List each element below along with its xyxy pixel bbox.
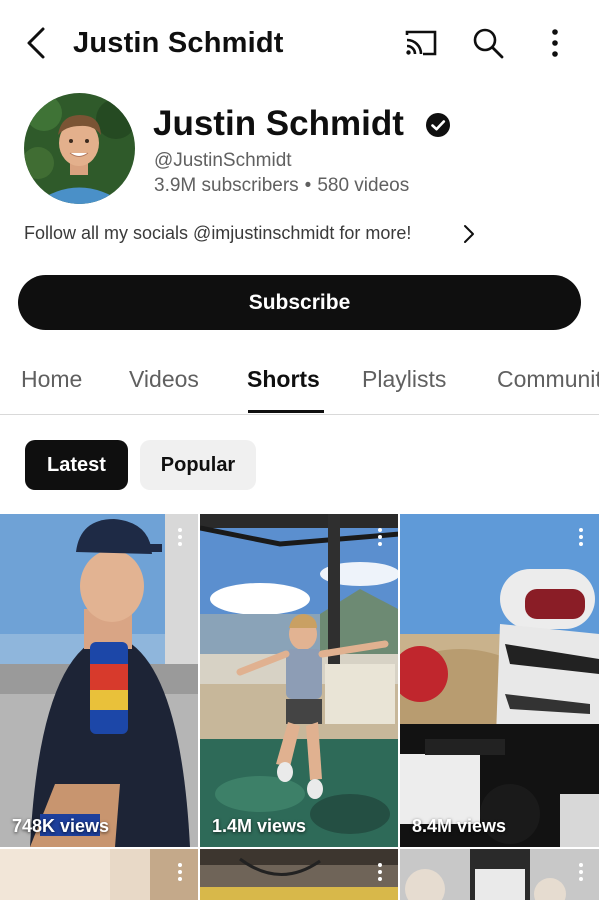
short-more-icon[interactable] bbox=[577, 528, 585, 550]
short-tile[interactable]: 1.4M views bbox=[200, 514, 398, 847]
short-more-icon[interactable] bbox=[176, 863, 184, 885]
chevron-right-icon[interactable] bbox=[458, 222, 480, 246]
tab-shorts[interactable]: Shorts bbox=[247, 364, 320, 394]
short-thumbnail bbox=[200, 849, 398, 900]
short-views: 748K views bbox=[12, 816, 110, 836]
tab-videos[interactable]: Videos bbox=[129, 364, 199, 394]
verified-badge-icon bbox=[425, 112, 451, 138]
subscribe-button[interactable]: Subscribe bbox=[18, 275, 581, 330]
short-thumbnail bbox=[0, 514, 198, 847]
short-tile[interactable] bbox=[400, 849, 599, 900]
chip-popular[interactable]: Popular bbox=[140, 440, 256, 490]
short-thumbnail bbox=[0, 849, 198, 900]
back-icon[interactable] bbox=[20, 24, 56, 62]
short-tile[interactable] bbox=[0, 849, 198, 900]
tab-playlists[interactable]: Playlists bbox=[362, 364, 446, 394]
short-more-icon[interactable] bbox=[577, 863, 585, 885]
channel-handle: @JustinSchmidt bbox=[154, 150, 292, 171]
search-icon[interactable] bbox=[470, 24, 506, 62]
short-thumbnail bbox=[400, 849, 599, 900]
top-app-bar: Justin Schmidt bbox=[0, 0, 599, 88]
channel-stats: 3.9M subscribers • 580 videos bbox=[154, 174, 409, 198]
shorts-grid: 748K views 1.4M views 8.4M views bbox=[0, 514, 599, 900]
short-thumbnail bbox=[400, 514, 599, 847]
channel-name: Justin Schmidt bbox=[153, 104, 404, 143]
short-views: 1.4M views bbox=[212, 816, 307, 836]
short-tile[interactable] bbox=[200, 849, 398, 900]
short-tile[interactable]: 748K views bbox=[0, 514, 198, 847]
topbar-title: Justin Schmidt bbox=[73, 27, 284, 59]
channel-avatar[interactable] bbox=[24, 93, 135, 204]
active-tab-indicator bbox=[248, 410, 324, 413]
more-vert-icon[interactable] bbox=[540, 24, 570, 62]
short-more-icon[interactable] bbox=[376, 528, 384, 550]
tab-community[interactable]: Community bbox=[497, 364, 599, 394]
stats-separator: • bbox=[304, 175, 312, 196]
short-more-icon[interactable] bbox=[176, 528, 184, 550]
cast-icon[interactable] bbox=[402, 26, 440, 60]
subscriber-count: 3.9M subscribers bbox=[154, 175, 299, 196]
channel-bio[interactable]: Follow all my socials @imjustinschmidt f… bbox=[24, 221, 411, 245]
chip-latest[interactable]: Latest bbox=[25, 440, 128, 490]
tab-home[interactable]: Home bbox=[21, 364, 82, 394]
short-thumbnail bbox=[200, 514, 398, 847]
channel-tabs: Home Videos Shorts Playlists Community bbox=[0, 352, 599, 415]
short-tile[interactable]: 8.4M views bbox=[400, 514, 599, 847]
short-more-icon[interactable] bbox=[376, 863, 384, 885]
short-views: 8.4M views bbox=[412, 816, 507, 836]
video-count: 580 videos bbox=[317, 175, 410, 196]
